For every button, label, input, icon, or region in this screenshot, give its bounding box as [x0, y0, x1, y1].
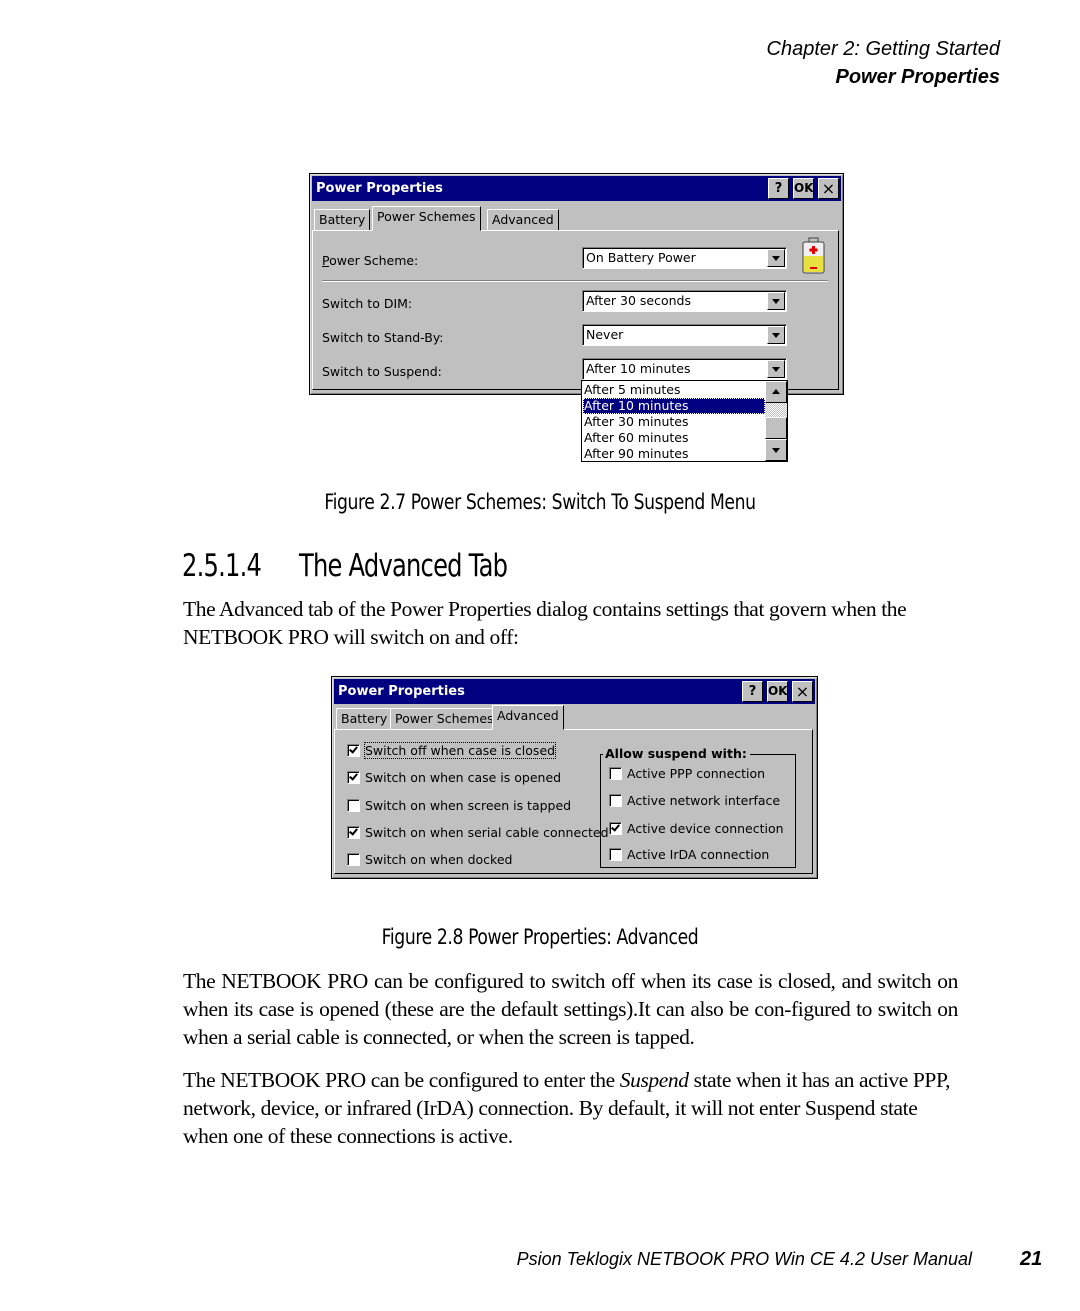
list-option[interactable]: After 30 minutes — [583, 414, 765, 430]
battery-icon — [802, 237, 825, 274]
tab-battery[interactable]: Battery — [314, 209, 371, 231]
tab-power-schemes[interactable]: Power Schemes — [390, 708, 499, 730]
groupbox-title: Allow suspend with: — [603, 746, 750, 761]
footer-manual-title: Psion Teklogix NETBOOK PRO Win CE 4.2 Us… — [516, 1249, 972, 1269]
help-button[interactable]: ? — [768, 178, 789, 199]
tab-label: Power Schemes — [377, 209, 476, 224]
body-paragraph-switch-settings: The NETBOOK PRO can be configured to swi… — [183, 969, 958, 1049]
scroll-down-button[interactable] — [765, 439, 787, 461]
section-title: The Advanced Tab — [299, 548, 508, 584]
standby-dropdown[interactable]: Never — [582, 324, 787, 346]
dialog-title: Power Properties — [338, 684, 465, 699]
suspend-dropdown[interactable]: After 10 minutes — [582, 358, 787, 380]
checkbox-active-irda[interactable]: Active IrDA connection — [609, 847, 769, 862]
tab-label: Advanced — [497, 708, 559, 723]
suspend-value: After 10 minutes — [586, 361, 691, 376]
close-button[interactable]: × — [818, 178, 839, 199]
running-header-chapter: Chapter 2: Getting Started — [766, 38, 1000, 60]
tab-advanced[interactable]: Advanced — [492, 705, 564, 730]
checkbox-switch-on-screen-tapped[interactable]: Switch on when screen is tapped — [347, 798, 571, 813]
figure-2-8-caption: Figure 2.8 Power Properties: Advanced — [381, 925, 699, 949]
tab-label: Battery — [341, 711, 388, 726]
section-heading: 2.5.1.4 The Advanced Tab — [182, 548, 508, 584]
checkbox-checked[interactable] — [609, 822, 622, 835]
separator — [322, 280, 828, 282]
emphasis-suspend: Suspend — [619, 1068, 689, 1092]
dialog-title-bar: Power Properties ? OK × — [312, 176, 841, 201]
allow-suspend-groupbox: Allow suspend with: Active PPP connectio… — [600, 746, 796, 868]
power-scheme-dropdown[interactable]: On Battery Power — [582, 247, 787, 269]
checkbox-label: Switch on when docked — [365, 852, 513, 867]
dim-dropdown[interactable]: After 30 seconds — [582, 290, 787, 312]
checkbox-switch-on-case-opened[interactable]: Switch on when case is opened — [347, 770, 561, 785]
arrow-up-icon — [772, 389, 780, 394]
tab-label: Battery — [319, 212, 366, 227]
list-option[interactable]: After 5 minutes — [583, 382, 765, 398]
checkbox-checked[interactable] — [347, 744, 360, 757]
figure-2-7-caption: Figure 2.7 Power Schemes: Switch To Susp… — [324, 490, 756, 514]
checkbox-unchecked[interactable] — [347, 853, 360, 866]
suspend-label: Switch to Suspend: — [322, 364, 442, 379]
dropdown-arrow-icon[interactable] — [767, 249, 785, 267]
standby-label: Switch to Stand-By: — [322, 330, 444, 345]
intro-paragraph: The Advanced tab of the Power Properties… — [183, 597, 907, 649]
dim-value: After 30 seconds — [586, 293, 691, 308]
list-option[interactable]: After 60 minutes — [583, 430, 765, 446]
scroll-thumb[interactable] — [765, 417, 787, 439]
checkbox-label: Active device connection — [627, 821, 784, 836]
checkbox-label: Switch off when case is closed — [363, 742, 557, 759]
list-option[interactable]: After 90 minutes — [583, 446, 765, 462]
ok-button[interactable]: OK — [767, 681, 788, 702]
dropdown-arrow-icon[interactable] — [767, 360, 785, 378]
checkbox-label: Switch on when case is opened — [365, 770, 562, 785]
dim-label: Switch to DIM: — [322, 296, 413, 311]
checkbox-active-ppp[interactable]: Active PPP connection — [609, 766, 765, 781]
running-header-section: Power Properties — [835, 66, 1000, 88]
checkbox-switch-off-case-closed[interactable]: Switch off when case is closed — [347, 742, 557, 759]
tab-advanced[interactable]: Advanced — [487, 209, 559, 231]
power-scheme-label: Power Scheme: — [322, 253, 419, 268]
list-scrollbar[interactable] — [765, 381, 787, 461]
checkbox-unchecked[interactable] — [609, 848, 622, 861]
checkbox-checked[interactable] — [347, 826, 360, 839]
checkbox-switch-on-serial-cable[interactable]: Switch on when serial cable connected — [347, 825, 609, 840]
tab-label: Power Schemes — [395, 711, 494, 726]
section-number: 2.5.1.4 — [182, 548, 262, 584]
dialog-title: Power Properties — [316, 181, 443, 196]
checkbox-unchecked[interactable] — [609, 767, 622, 780]
ok-button[interactable]: OK — [793, 178, 814, 199]
tab-label: Advanced — [492, 212, 554, 227]
close-button[interactable]: × — [792, 681, 813, 702]
advanced-dialog: Power Properties ? OK × Battery Power Sc… — [331, 676, 818, 879]
list-option-selected[interactable]: After 10 minutes — [583, 398, 765, 414]
checkbox-label: Switch on when serial cable connected — [365, 825, 609, 840]
suspend-options-list[interactable]: After 5 minutes After 10 minutes After 3… — [581, 380, 788, 462]
checkbox-label: Active IrDA connection — [627, 847, 770, 862]
checkbox-unchecked[interactable] — [347, 799, 360, 812]
dropdown-arrow-icon[interactable] — [767, 292, 785, 310]
checkbox-active-device[interactable]: Active device connection — [609, 821, 784, 836]
checkbox-checked[interactable] — [347, 771, 360, 784]
dropdown-arrow-icon[interactable] — [767, 326, 785, 344]
checkbox-active-network[interactable]: Active network interface — [609, 793, 780, 808]
arrow-down-icon — [772, 448, 780, 453]
checkbox-unchecked[interactable] — [609, 794, 622, 807]
checkbox-switch-on-docked[interactable]: Switch on when docked — [347, 852, 512, 867]
scroll-up-button[interactable] — [765, 381, 787, 403]
checkbox-label: Active PPP connection — [627, 766, 766, 781]
tab-power-schemes[interactable]: Power Schemes — [372, 206, 481, 231]
help-button[interactable]: ? — [742, 681, 763, 702]
tab-battery[interactable]: Battery — [336, 708, 393, 730]
checkbox-label: Active network interface — [627, 793, 781, 808]
page-number: 21 — [1020, 1248, 1043, 1270]
dialog-title-bar: Power Properties ? OK × — [334, 679, 815, 704]
standby-value: Never — [586, 327, 624, 342]
power-schemes-dialog: Power Properties ? OK × Battery Power Sc… — [309, 173, 844, 395]
paragraph-text: The NETBOOK PRO can be configured to ent… — [183, 1068, 620, 1092]
power-scheme-value: On Battery Power — [586, 250, 696, 265]
body-paragraph-suspend-state: The NETBOOK PRO can be configured to ent… — [183, 1066, 958, 1150]
checkbox-label: Switch on when screen is tapped — [365, 798, 572, 813]
